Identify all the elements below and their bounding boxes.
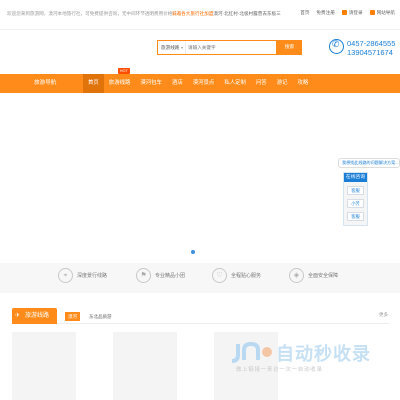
feature-item: ⚑ 专业精品小团 <box>136 268 185 283</box>
notice-lead: 诚邀各大旅行社加盟 <box>172 11 214 16</box>
feature-label: 深度景行线路 <box>77 273 108 279</box>
header: 旅游线路 搜索 0457-2864555 13904571674 <box>0 30 400 74</box>
home-link[interactable]: 首页 <box>300 10 309 16</box>
feature-item: ◈ 全面安全保障 <box>289 268 338 283</box>
consult-item[interactable]: 客服 <box>347 186 364 195</box>
phone-number-1: 0457-2864555 <box>347 39 396 48</box>
more-link[interactable]: 更多 <box>379 312 388 318</box>
feature-item: ♡ 全程贴心服务 <box>212 268 261 283</box>
route-card[interactable] <box>113 332 177 400</box>
shield-icon: ◈ <box>289 268 304 283</box>
routes-section-header: 旅游线路 漠河 东北品质游 更多 <box>12 308 390 324</box>
user-icon <box>341 10 347 16</box>
feature-item: ⌖ 深度景行线路 <box>58 268 107 283</box>
route-card[interactable] <box>12 332 76 400</box>
group-icon: ⚑ <box>136 268 151 283</box>
watermark-subtitle: 做上链接一来访一次一自动收录 <box>236 367 323 373</box>
section-title: 旅游线路 <box>12 308 57 324</box>
map-icon: ⌖ <box>58 268 73 283</box>
nav-items: 首页 旅游线路 HOT 漠河包车 酒店 漠河景点 私人定制 问答 游记 攻略 <box>83 68 314 93</box>
nav-brand[interactable]: 旅游导航 <box>34 74 56 93</box>
nav-item-attractions[interactable]: 漠河景点 <box>188 74 220 93</box>
watermark: 自动秒收录 做上链接一来访一次一自动收录 <box>232 340 392 380</box>
search-category-select[interactable]: 旅游线路 <box>158 41 186 54</box>
top-links: 首页 免费注册 请登录 网站导航 <box>300 10 395 16</box>
consult-item[interactable]: 小芳 <box>347 199 364 208</box>
hot-badge: HOT <box>117 68 130 74</box>
feature-label: 全程贴心服务 <box>231 273 262 279</box>
main-nav: 旅游导航 首页 旅游线路 HOT 漠河包车 酒店 漠河景点 私人定制 问答 游记 … <box>0 68 400 93</box>
search-box: 旅游线路 <box>157 40 277 55</box>
top-bar: 欢迎您来到旅游网，漠河本地旅行社，可免费提供咨询，无中间环节透明费用价格！ 诚邀… <box>0 0 400 30</box>
nav-item-hotel[interactable]: 酒店 <box>167 74 188 93</box>
site-nav-label: 网站导航 <box>376 10 395 15</box>
chat-tip[interactable]: 我想找此线路的问题解决方案... <box>338 158 400 168</box>
nav-item-custom[interactable]: 私人定制 <box>219 74 251 93</box>
notice-text: 诚邀各大旅行社加盟漠河·北红村·北极村露营去东极三 <box>172 11 281 17</box>
menu-icon <box>369 10 375 16</box>
notice-rest: 漠河·北红村·北极村露营去东极三 <box>213 11 281 16</box>
nav-item-routes[interactable]: 旅游线路 HOT <box>104 68 136 93</box>
phone-number-2: 13904571674 <box>347 48 393 57</box>
consult-item[interactable]: 客服 <box>347 212 364 221</box>
nav-item-qa[interactable]: 问答 <box>251 74 272 93</box>
login-label: 请登录 <box>348 10 363 15</box>
section-tab-northeast[interactable]: 东北品质游 <box>86 312 115 321</box>
features-bar: ⌖ 深度景行线路 ⚑ 专业精品小团 ♡ 全程贴心服务 ◈ 全面安全保障 <box>0 263 400 293</box>
register-link[interactable]: 免费注册 <box>316 10 334 16</box>
feature-label: 专业精品小团 <box>155 273 186 279</box>
nav-item-home[interactable]: 首页 <box>83 74 104 93</box>
slider-dot[interactable] <box>191 250 195 254</box>
online-consult-panel: 在线咨询 客服 小芳 客服 <box>343 172 368 226</box>
nav-item-routes-label: 旅游线路 <box>108 80 131 86</box>
search-input[interactable] <box>188 41 273 54</box>
nav-item-guide[interactable]: 攻略 <box>293 74 314 93</box>
watermark-title: 自动秒收录 <box>276 344 371 364</box>
nav-item-charter[interactable]: 漠河包车 <box>135 74 167 93</box>
watermark-logo <box>232 341 272 363</box>
welcome-text: 欢迎您来到旅游网，漠河本地旅行社，可免费提供咨询，无中间环节透明费用价格！ <box>7 11 177 16</box>
service-icon: ♡ <box>212 268 227 283</box>
login-link[interactable]: 请登录 <box>341 10 363 16</box>
phone-icon <box>329 39 344 54</box>
search-button[interactable]: 搜索 <box>277 40 302 55</box>
section-tab-mohe[interactable]: 漠河 <box>65 312 80 321</box>
banner-slider <box>0 93 400 263</box>
online-consult-header: 在线咨询 <box>344 173 367 182</box>
site-nav-link[interactable]: 网站导航 <box>369 10 395 16</box>
feature-label: 全面安全保障 <box>308 273 339 279</box>
nav-item-travelogue[interactable]: 游记 <box>272 74 293 93</box>
